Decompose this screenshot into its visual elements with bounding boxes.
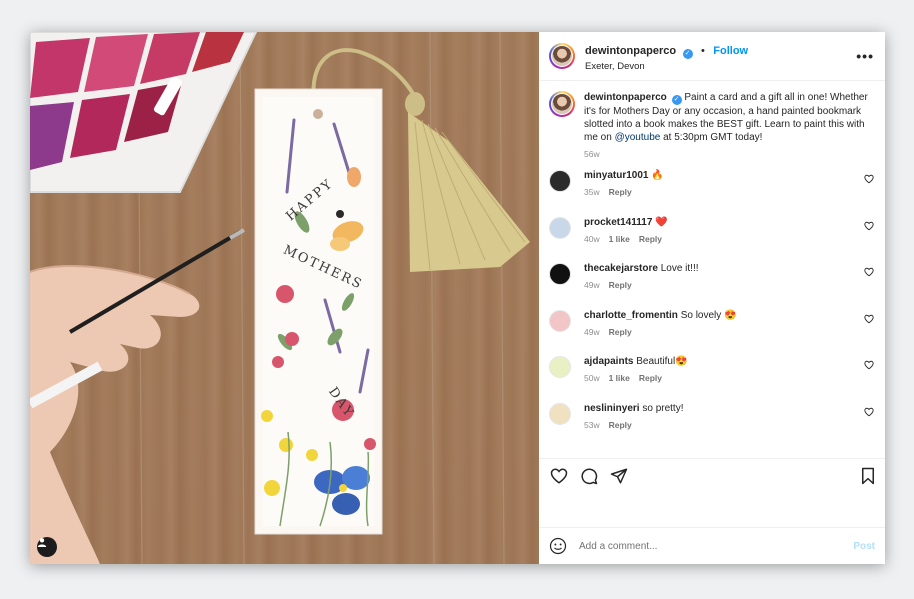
comment-row: charlotte_fromentin So lovely 😍 49w Reply xyxy=(549,309,874,356)
caption-age[interactable]: 56w xyxy=(584,149,600,159)
post-header: dewintonpaperco ✓ • Follow Exeter, Devon… xyxy=(539,32,885,81)
likes-area xyxy=(539,493,885,528)
reply-button[interactable]: Reply xyxy=(609,327,632,337)
separator-dot: • xyxy=(700,44,705,57)
send-icon[interactable] xyxy=(610,467,628,485)
comment-like-heart-icon[interactable] xyxy=(864,407,874,417)
post-actions-bar xyxy=(539,458,885,493)
more-options-icon[interactable]: ••• xyxy=(856,48,874,64)
smiley-icon[interactable] xyxy=(549,537,567,555)
author-avatar[interactable] xyxy=(549,43,575,69)
reply-button[interactable]: Reply xyxy=(609,187,632,197)
post-image[interactable]: HAPPY MOTHERS DAY xyxy=(30,32,539,564)
comments-section[interactable]: dewintonpaperco ✓ Paint a card and a gif… xyxy=(539,81,885,458)
caption-body-end: at 5:30pm GMT today! xyxy=(660,132,763,143)
author-username[interactable]: dewintonpaperco xyxy=(585,45,676,57)
caption-mention-link[interactable]: @youtube xyxy=(615,132,661,143)
comment-age[interactable]: 40w xyxy=(584,234,600,244)
commenter-username[interactable]: thecakejarstore xyxy=(584,263,658,274)
comment-row: thecakejarstore Love it!!! 49w Reply xyxy=(549,262,874,309)
comment-like-count[interactable]: 1 like xyxy=(609,373,630,383)
commenter-username[interactable]: procket141117 xyxy=(584,217,652,228)
post-location[interactable]: Exeter, Devon xyxy=(585,61,748,72)
comment-like-heart-icon[interactable] xyxy=(864,174,874,184)
commenter-username[interactable]: ajdapaints xyxy=(584,356,633,367)
comment-text: So lovely 😍 xyxy=(680,309,737,321)
reply-button[interactable]: Reply xyxy=(609,280,632,290)
person-icon xyxy=(37,538,47,547)
post-comment-button[interactable]: Post xyxy=(853,541,875,552)
comment-icon[interactable] xyxy=(580,467,598,485)
post-caption: dewintonpaperco ✓ Paint a card and a gif… xyxy=(549,91,874,159)
caption-text: dewintonpaperco ✓ Paint a card and a gif… xyxy=(584,91,874,144)
bookmark-icon[interactable] xyxy=(860,467,876,485)
commenter-avatar[interactable] xyxy=(549,402,571,425)
comment-age[interactable]: 50w xyxy=(584,373,600,383)
comment-age[interactable]: 49w xyxy=(584,280,600,290)
watercolor-palette xyxy=(30,32,258,193)
comment-text: ❤️ xyxy=(655,216,668,228)
follow-button[interactable]: Follow xyxy=(713,45,748,57)
comment-list: minyatur1001 🔥 35w Reply procket141117 ❤️ 40… xyxy=(549,169,874,448)
commenter-username[interactable]: charlotte_fromentin xyxy=(584,310,678,321)
commenter-avatar[interactable] xyxy=(549,309,571,332)
comment-like-count[interactable]: 1 like xyxy=(609,234,630,244)
comment-text: Beautiful😍 xyxy=(636,356,688,367)
commenter-avatar[interactable] xyxy=(549,170,571,192)
commenter-avatar[interactable] xyxy=(549,356,571,378)
comment-text: 🔥 xyxy=(651,170,664,181)
comment-row: ajdapaints Beautiful😍 50w 1 like Reply xyxy=(549,355,874,402)
instagram-post-modal: HAPPY MOTHERS DAY dewintonpaperco ✓ • Fo… xyxy=(30,32,885,564)
caption-username[interactable]: dewintonpaperco xyxy=(584,92,667,103)
comment-age[interactable]: 35w xyxy=(584,187,600,197)
hand-with-brush xyxy=(30,228,245,564)
comment-like-heart-icon[interactable] xyxy=(864,360,874,370)
comment-age[interactable]: 49w xyxy=(584,327,600,337)
comment-text: Love it!!! xyxy=(660,263,699,274)
reply-button[interactable]: Reply xyxy=(639,373,662,383)
scroll-fade xyxy=(539,442,885,458)
comment-like-heart-icon[interactable] xyxy=(864,314,874,324)
caption-author-avatar[interactable] xyxy=(549,91,575,117)
comment-row: procket141117 ❤️ 40w 1 like Reply xyxy=(549,216,874,263)
reply-button[interactable]: Reply xyxy=(609,420,632,430)
commenter-avatar[interactable] xyxy=(549,216,571,239)
comment-like-heart-icon[interactable] xyxy=(864,221,874,231)
comment-text: so pretty! xyxy=(642,402,684,414)
comment-row: minyatur1001 🔥 35w Reply xyxy=(549,169,874,216)
post-side-panel: dewintonpaperco ✓ • Follow Exeter, Devon… xyxy=(539,32,885,564)
comment-like-heart-icon[interactable] xyxy=(864,267,874,277)
add-comment-bar: Post xyxy=(539,528,885,564)
verified-badge-icon: ✓ xyxy=(671,95,682,105)
commenter-avatar[interactable] xyxy=(549,263,571,285)
reply-button[interactable]: Reply xyxy=(639,234,662,244)
comment-age[interactable]: 53w xyxy=(584,420,600,430)
verified-badge-icon: ✓ xyxy=(682,48,693,59)
comment-input[interactable] xyxy=(577,539,854,553)
heart-icon[interactable] xyxy=(550,467,568,485)
commenter-username[interactable]: neslininyeri xyxy=(584,403,640,414)
tagged-users-button[interactable] xyxy=(37,537,57,557)
bookmark: HAPPY MOTHERS DAY xyxy=(254,88,383,535)
commenter-username[interactable]: minyatur1001 xyxy=(584,170,648,181)
bookmark-painting-illustration: HAPPY MOTHERS DAY xyxy=(30,32,530,564)
